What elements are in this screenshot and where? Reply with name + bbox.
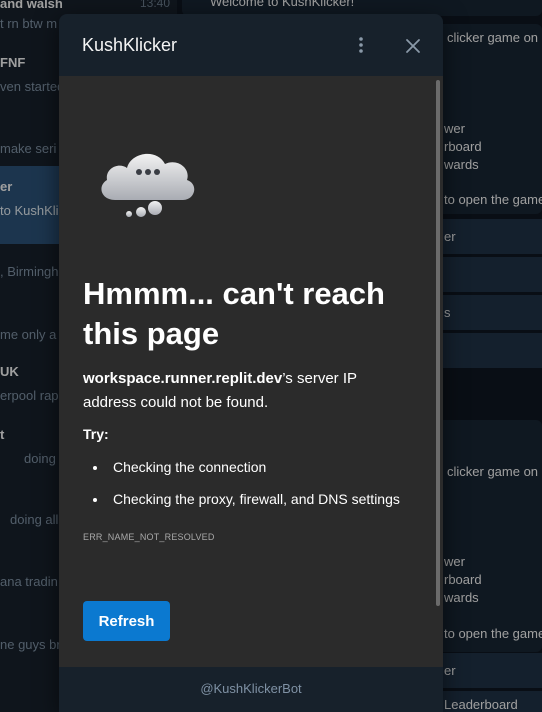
- error-code: ERR_NAME_NOT_RESOLVED: [83, 532, 215, 542]
- error-message: workspace.runner.replit.dev’s server IP …: [83, 367, 403, 415]
- close-icon[interactable]: [401, 34, 425, 58]
- popup-footer: @KushKlickerBot: [59, 667, 443, 712]
- popup-header: KushKlicker: [59, 14, 443, 76]
- tip-item: Checking the proxy, firewall, and DNS se…: [113, 491, 400, 507]
- try-label: Try:: [83, 426, 109, 442]
- refresh-button[interactable]: Refresh: [83, 601, 170, 641]
- bullet: [93, 498, 97, 502]
- error-title: Hmmm... can't reach this page: [83, 276, 385, 351]
- popup-title: KushKlicker: [82, 35, 178, 55]
- cloud-error-icon: [95, 142, 201, 222]
- webview-error-page: Hmmm... can't reach this page workspace.…: [59, 76, 443, 667]
- more-vertical-icon[interactable]: [349, 34, 373, 58]
- bullet: [93, 466, 97, 470]
- error-host: workspace.runner.replit.dev: [83, 370, 283, 387]
- tip-item: Checking the connection: [113, 459, 267, 475]
- mini-app-popup: KushKlicker Hmmm... can't reach this pag…: [59, 14, 443, 712]
- bot-username: @KushKlickerBot: [200, 681, 302, 696]
- scrollbar[interactable]: [436, 80, 440, 606]
